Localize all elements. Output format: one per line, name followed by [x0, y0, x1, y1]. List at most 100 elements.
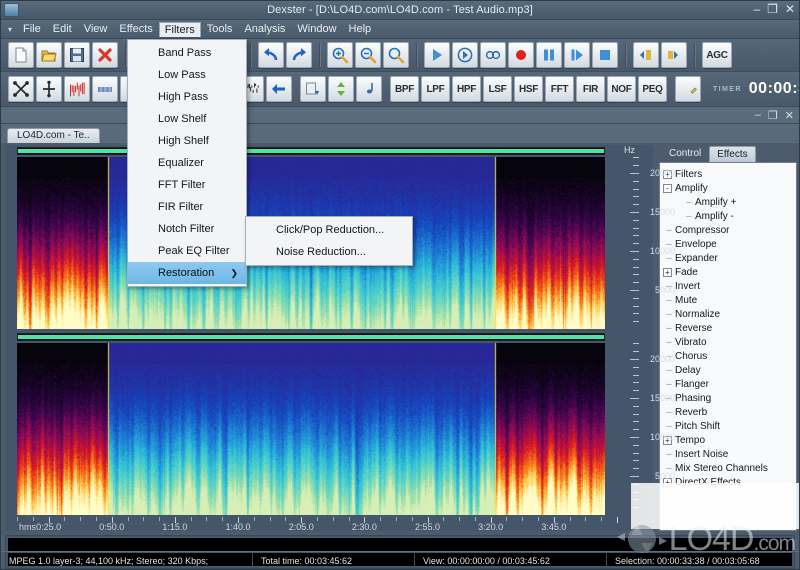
tree-item[interactable]: – Vibrato — [663, 335, 796, 349]
tree-item[interactable]: – Mute — [663, 293, 796, 307]
stop-button[interactable] — [592, 42, 618, 68]
reverse-button[interactable] — [266, 76, 292, 102]
peak-eq-filter-button[interactable]: PEQ — [638, 76, 667, 102]
menu-effects[interactable]: Effects — [113, 21, 158, 37]
menu-item-band-pass[interactable]: Band Pass — [128, 42, 246, 64]
tree-item[interactable]: – Mix Stereo Channels — [663, 461, 796, 475]
tree-expand-icon[interactable]: + — [663, 268, 672, 277]
window-controls[interactable]: – ❐ ✕ — [753, 2, 795, 16]
undo-button[interactable] — [258, 42, 284, 68]
convert-format-button[interactable] — [300, 76, 326, 102]
tree-item[interactable]: – Compressor — [663, 223, 796, 237]
tree-item[interactable]: – Amplify + — [663, 195, 796, 209]
channel-left-overview-bar[interactable] — [17, 147, 605, 155]
tree-collapse-icon[interactable]: - — [663, 184, 672, 193]
menu-analysis[interactable]: Analysis — [238, 21, 291, 37]
tree-item[interactable]: + Tempo — [663, 433, 796, 447]
new-file-button[interactable] — [8, 42, 34, 68]
submenu-item-click-pop-reduction-[interactable]: Click/Pop Reduction... — [246, 219, 412, 241]
amplify-button[interactable] — [64, 76, 90, 102]
mix-channels-button[interactable] — [8, 76, 34, 102]
menu-item-restoration[interactable]: Restoration ❯ — [128, 262, 246, 284]
split-button[interactable] — [36, 76, 62, 102]
menu-file[interactable]: File — [17, 21, 47, 37]
notch-filter-button[interactable]: NOF — [607, 76, 636, 102]
open-file-button[interactable] — [36, 42, 62, 68]
low-pass-filter-button[interactable]: LPF — [421, 76, 450, 102]
menu-grip-icon[interactable]: ▾ — [3, 25, 17, 34]
pause-button[interactable] — [536, 42, 562, 68]
fft-filter-button[interactable]: FFT — [545, 76, 574, 102]
pitch-shift-button[interactable] — [328, 76, 354, 102]
tree-item[interactable]: – Amplify - — [663, 209, 796, 223]
volume-button[interactable] — [661, 42, 687, 68]
tree-item[interactable]: + Filters — [663, 167, 796, 181]
filters-dropdown-menu[interactable]: Band Pass Low Pass High Pass Low Shelf High … — [127, 39, 247, 287]
child-restore-button[interactable]: ❐ — [768, 109, 778, 122]
menu-item-fft-filter[interactable]: FFT Filter — [128, 174, 246, 196]
menu-item-high-pass[interactable]: High Pass — [128, 86, 246, 108]
menu-window[interactable]: Window — [291, 21, 342, 37]
tree-item[interactable]: – Flanger — [663, 377, 796, 391]
tree-item[interactable]: – Invert — [663, 279, 796, 293]
tree-item[interactable]: – Insert Noise — [663, 447, 796, 461]
menu-edit[interactable]: Edit — [47, 21, 78, 37]
loop-button[interactable] — [480, 42, 506, 68]
menu-tools[interactable]: Tools — [201, 21, 239, 37]
time-ruler[interactable]: hms 0:25.0 0:50.0 1:15.0 1:40.0 2:05.0 2:30.0… — [17, 517, 617, 533]
low-shelf-filter-button[interactable]: LSF — [483, 76, 512, 102]
tree-item[interactable]: – Expander — [663, 251, 796, 265]
menu-item-equalizer[interactable]: Equalizer — [128, 152, 246, 174]
tree-item[interactable]: – Envelope — [663, 237, 796, 251]
menu-item-peak-eq-filter[interactable]: Peak EQ Filter — [128, 240, 246, 262]
child-minimize-button[interactable]: – — [755, 109, 761, 121]
restoration-submenu[interactable]: Click/Pop Reduction... Noise Reduction... — [245, 216, 413, 266]
tree-item[interactable]: – Reverse — [663, 321, 796, 335]
menu-filters[interactable]: Filters — [159, 22, 201, 37]
mdi-child-controls[interactable]: – ❐ ✕ — [1, 107, 799, 124]
menu-help[interactable]: Help — [343, 21, 378, 37]
menu-item-fir-filter[interactable]: FIR Filter — [128, 196, 246, 218]
high-pass-filter-button[interactable]: HPF — [452, 76, 481, 102]
fast-forward-button[interactable] — [564, 42, 590, 68]
agc-button[interactable]: AGC — [702, 42, 732, 68]
record-button[interactable] — [508, 42, 534, 68]
balance-button[interactable] — [633, 42, 659, 68]
zoom-out-button[interactable] — [355, 42, 381, 68]
fir-filter-button[interactable]: FIR — [576, 76, 605, 102]
tree-item[interactable]: – Chorus — [663, 349, 796, 363]
zoom-in-button[interactable] — [327, 42, 353, 68]
menu-item-low-shelf[interactable]: Low Shelf — [128, 108, 246, 130]
document-tab[interactable]: LO4D.com - Te.. — [7, 128, 100, 143]
child-close-button[interactable]: ✕ — [785, 109, 794, 122]
play-from-cursor-button[interactable] — [452, 42, 478, 68]
zoom-full-button[interactable] — [383, 42, 409, 68]
submenu-item-noise-reduction-[interactable]: Noise Reduction... — [246, 241, 412, 263]
tree-item[interactable]: + Fade — [663, 265, 796, 279]
close-button[interactable]: ✕ — [785, 2, 795, 16]
high-shelf-filter-button[interactable]: HSF — [514, 76, 543, 102]
tree-item[interactable]: – Phasing — [663, 391, 796, 405]
maximize-button[interactable]: ❐ — [767, 2, 778, 16]
menu-view[interactable]: View — [78, 21, 114, 37]
effects-tree[interactable]: + Filters - Amplify – Amplify + – Amplify - – Com… — [659, 162, 797, 531]
save-file-button[interactable] — [64, 42, 90, 68]
menu-item-notch-filter[interactable]: Notch Filter — [128, 218, 246, 240]
channel-right-overview-bar[interactable] — [17, 333, 605, 341]
music-button[interactable] — [356, 76, 382, 102]
tree-item[interactable]: – Delay — [663, 363, 796, 377]
redo-button[interactable] — [286, 42, 312, 68]
panel-tab-control[interactable]: Control — [661, 145, 709, 162]
close-file-button[interactable] — [92, 42, 118, 68]
normalize-button[interactable] — [92, 76, 118, 102]
panel-tab-effects[interactable]: Effects — [709, 146, 755, 162]
minimize-button[interactable]: – — [753, 2, 760, 16]
spectrogram-right-channel[interactable] — [17, 343, 605, 515]
play-button[interactable] — [424, 42, 450, 68]
band-pass-filter-button[interactable]: BPF — [390, 76, 419, 102]
tree-item[interactable]: – Pitch Shift — [663, 419, 796, 433]
tree-item[interactable]: – Reverb — [663, 405, 796, 419]
tree-item[interactable]: – Normalize — [663, 307, 796, 321]
edit-curve-button[interactable] — [675, 76, 701, 102]
menu-item-low-pass[interactable]: Low Pass — [128, 64, 246, 86]
